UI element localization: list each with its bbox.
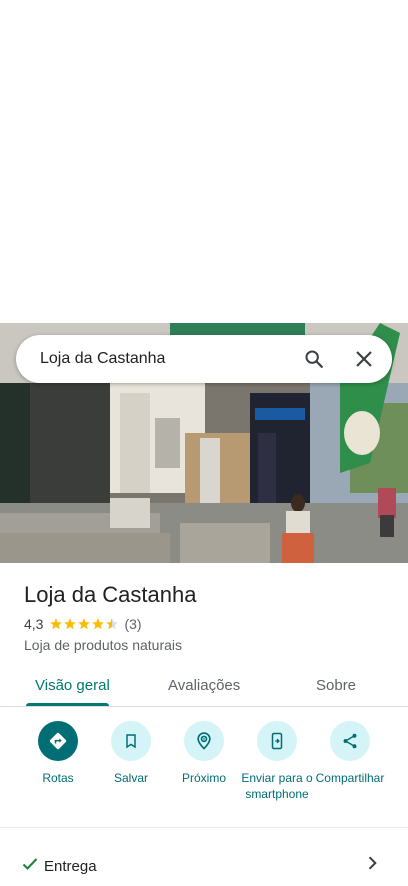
delivery-row[interactable]: Entrega [0, 843, 408, 883]
star-half-icon [106, 618, 119, 630]
share-button[interactable]: Compartilhar [310, 721, 390, 786]
active-tab-indicator [26, 703, 109, 706]
share-label: Compartilhar [315, 771, 385, 785]
chevron-right-icon[interactable] [362, 853, 382, 878]
review-count: (3) [124, 616, 142, 632]
tab-overview[interactable]: Visão geral [35, 677, 110, 694]
map-area[interactable] [0, 0, 408, 323]
nearby-icon [184, 721, 224, 761]
send-to-phone-button[interactable]: Enviar para o smartphone [237, 721, 317, 802]
directions-button[interactable]: Rotas [18, 721, 98, 786]
close-icon[interactable] [344, 339, 384, 379]
rating-stars [49, 617, 119, 631]
rating-value: 4,3 [24, 616, 44, 632]
star-icon [78, 618, 91, 630]
tab-about[interactable]: Sobre [316, 677, 356, 694]
star-icon [50, 618, 63, 630]
search-icon[interactable] [294, 339, 334, 379]
delivery-label: Entrega [44, 858, 97, 875]
save-label: Salvar [113, 771, 148, 785]
star-icon [64, 618, 77, 630]
action-row: Rotas Salvar Próximo Enviar para o smart… [0, 721, 408, 821]
directions-icon [38, 721, 78, 761]
tab-bar: Visão geral Avaliações Sobre [0, 665, 408, 707]
check-icon [22, 857, 38, 876]
rating-row[interactable]: 4,3 (3) [24, 616, 142, 632]
search-bar[interactable]: Loja da Castanha [16, 335, 392, 383]
directions-label: Rotas [42, 771, 74, 785]
share-icon [330, 721, 370, 761]
star-icon [92, 618, 105, 630]
bookmark-icon [111, 721, 151, 761]
place-sheet: Loja da Castanha 4,3 (3) Loja de produto… [0, 563, 408, 886]
search-input[interactable]: Loja da Castanha [40, 350, 294, 368]
tab-reviews[interactable]: Avaliações [168, 677, 240, 694]
send-to-phone-icon [257, 721, 297, 761]
nearby-label: Próximo [181, 771, 226, 785]
place-title: Loja da Castanha [24, 582, 197, 607]
save-button[interactable]: Salvar [91, 721, 171, 786]
divider [0, 827, 408, 828]
nearby-button[interactable]: Próximo [164, 721, 244, 786]
place-category: Loja de produtos naturais [24, 637, 182, 653]
send-to-phone-label: Enviar para o smartphone [241, 771, 313, 801]
